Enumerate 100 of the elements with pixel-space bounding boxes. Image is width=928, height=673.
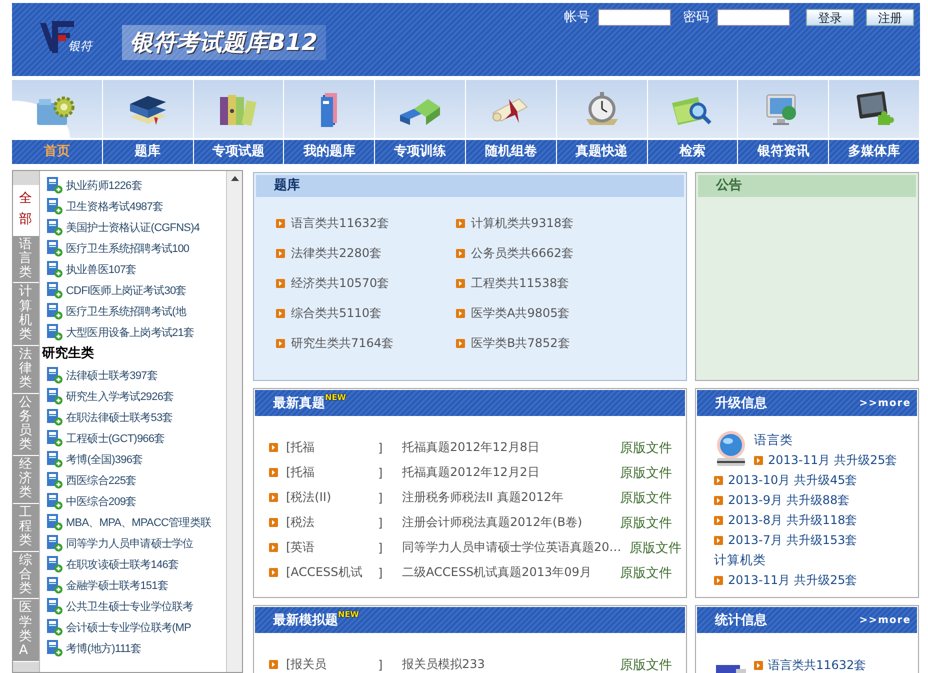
book-plus-icon [46, 409, 63, 426]
site-title: 银符考试题库B12 [122, 25, 326, 60]
nav-tab[interactable]: 银符资讯 [738, 140, 830, 164]
category-heading: 语言类 [754, 431, 794, 449]
category-text: [托福 [286, 464, 316, 481]
bank-link[interactable]: 医学类A共9805套 [471, 305, 570, 322]
bank-link[interactable]: 法律类共2280套 [291, 245, 382, 262]
bullet-icon [714, 476, 723, 484]
exam-link[interactable]: 医疗卫生系统招聘考试(地 [66, 304, 186, 319]
exam-title[interactable]: 托福真题2012年12月8日 [402, 439, 612, 456]
bullet-icon [456, 219, 465, 228]
exam-link[interactable]: 卫生资格考试4987套 [66, 199, 164, 214]
panel-title: 统计信息 [715, 612, 767, 629]
globe-icon [714, 430, 748, 468]
stats-link[interactable]: 语言类共11632套 [768, 656, 866, 673]
category-tab[interactable]: 全部 [13, 185, 39, 236]
upgrade-link[interactable]: 2013-11月 共升级25套 [728, 572, 858, 588]
more-link[interactable]: >>more [859, 398, 911, 408]
exam-link[interactable]: 执业药师1226套 [66, 178, 142, 193]
exam-link[interactable]: 工程硕士(GCT)966套 [66, 431, 165, 446]
nav-tab[interactable]: 我的题库 [284, 140, 376, 164]
panel-title: 公告 [698, 175, 916, 197]
account-label: 帐号 [564, 9, 590, 26]
password-field[interactable] [717, 8, 790, 26]
group-heading: 研究生类 [40, 344, 95, 363]
exam-title[interactable]: 二级ACCESS机试真题2013年09月 [402, 564, 612, 581]
bracket-text: ] [378, 466, 384, 480]
bank-link[interactable]: 计算机类共9318套 [471, 215, 574, 232]
upgrade-link[interactable]: 2013-7月 共升级153套 [728, 532, 858, 548]
exam-link[interactable]: 考博(地方)111套 [66, 641, 142, 656]
file-link[interactable]: 原版文件 [620, 438, 672, 456]
nav-tab[interactable]: 专项试题 [194, 140, 284, 164]
exam-link[interactable]: 同等学力人员申请硕士学位 [66, 536, 194, 551]
nav-tab[interactable]: 真题快递 [556, 140, 648, 164]
file-link[interactable]: 原版文件 [629, 538, 682, 556]
bracket-text: ] [378, 540, 384, 554]
exam-link[interactable]: 执业兽医107套 [66, 262, 136, 277]
upgrade-link[interactable]: 2013-10月 共升级45套 [728, 472, 858, 488]
bullet-icon [456, 339, 465, 348]
exam-link[interactable]: 法律硕士联考397套 [66, 368, 158, 383]
up-arrow-icon[interactable] [230, 176, 238, 181]
exam-link[interactable]: 西医综合225套 [66, 473, 136, 488]
bullet-icon [714, 496, 723, 504]
book-plus-icon [46, 577, 63, 594]
exam-link[interactable]: CDFI医师上岗证考试30套 [66, 283, 186, 298]
file-link[interactable]: 原版文件 [620, 656, 672, 673]
header-button[interactable]: 注册 [866, 8, 914, 26]
exam-link[interactable]: MBA、MPA、MPACC管理类联 [66, 515, 211, 530]
nav-tab[interactable]: 多媒体库 [829, 140, 920, 164]
bracket-text: ] [378, 490, 384, 504]
bank-link[interactable]: 工程类共11538套 [471, 275, 570, 292]
bank-link[interactable]: 经济类共10570套 [291, 275, 390, 292]
bullet-icon [269, 568, 278, 577]
exam-title[interactable]: 注册税务师税法II 真题2012年 [402, 489, 612, 506]
exam-title[interactable]: 托福真题2012年12月2日 [402, 464, 612, 481]
exam-link[interactable]: 中医综合209套 [66, 494, 136, 509]
bank-link[interactable]: 研究生类共7164套 [291, 335, 394, 352]
bank-link[interactable]: 语言类共11632套 [291, 215, 390, 232]
more-link[interactable]: >>more [859, 614, 911, 626]
book-plus-icon [46, 177, 63, 194]
exam-title[interactable]: 同等学力人员申请硕士学位英语真题20… [402, 539, 622, 556]
bank-link[interactable]: 公务员类共6662套 [471, 245, 574, 262]
exam-title[interactable]: 注册会计师税法真题2012年(B卷) [402, 514, 612, 531]
exam-link[interactable]: 大型医用设备上岗考试21套 [66, 325, 194, 340]
file-link[interactable]: 原版文件 [620, 464, 672, 482]
bank-link[interactable]: 医学类B共7852套 [471, 335, 570, 352]
exam-link[interactable]: 在职法律硕士联考53套 [66, 410, 173, 425]
category-text: [报关员 [286, 656, 328, 673]
book-plus-icon [46, 303, 63, 320]
upgrade-link[interactable]: 2013-11月 共升级25套 [768, 452, 898, 468]
bank-link[interactable]: 综合类共5110套 [291, 305, 382, 322]
header-button[interactable]: 登录 [806, 8, 854, 26]
exam-link[interactable]: 在职攻读硕士联考146套 [66, 557, 179, 572]
scrollbar[interactable] [226, 171, 242, 672]
nav-tab[interactable]: 专项训练 [375, 140, 466, 164]
upgrade-link[interactable]: 2013-9月 共升级88套 [728, 492, 850, 508]
exam-link[interactable]: 医疗卫生系统招聘考试100 [66, 241, 190, 256]
bullet-icon [269, 518, 278, 527]
exam-link[interactable]: 研究生入学考试2926套 [66, 389, 174, 404]
account-field[interactable] [598, 8, 671, 26]
file-link[interactable]: 原版文件 [620, 564, 672, 582]
nav-tab[interactable]: 检索 [648, 140, 738, 164]
book-plus-icon [46, 367, 63, 384]
category-text: [托福 [286, 439, 316, 456]
file-link[interactable]: 原版文件 [620, 488, 672, 506]
nav-tab[interactable]: 题库 [102, 140, 194, 164]
exam-title[interactable]: 报关员模拟233 [402, 656, 612, 673]
exam-link[interactable]: 公共卫生硕士专业学位联考 [66, 599, 194, 614]
upgrade-link[interactable]: 2013-8月 共升级118套 [728, 512, 858, 528]
exam-link[interactable]: 美国护士资格认证(CGFNS)4 [66, 220, 200, 235]
book-plus-icon [46, 388, 63, 405]
book-plus-icon [46, 451, 63, 468]
file-link[interactable]: 原版文件 [620, 514, 672, 532]
book-plus-icon [46, 198, 63, 215]
exam-link[interactable]: 金融学硕士联考151套 [66, 578, 168, 593]
exam-link[interactable]: 考博(全国)396套 [66, 452, 143, 467]
bullet-icon [456, 249, 465, 258]
nav-tab[interactable]: 随机组卷 [466, 140, 557, 164]
exam-link[interactable]: 会计硕士专业学位联考(MP [66, 620, 191, 635]
book-plus-icon [46, 472, 63, 489]
